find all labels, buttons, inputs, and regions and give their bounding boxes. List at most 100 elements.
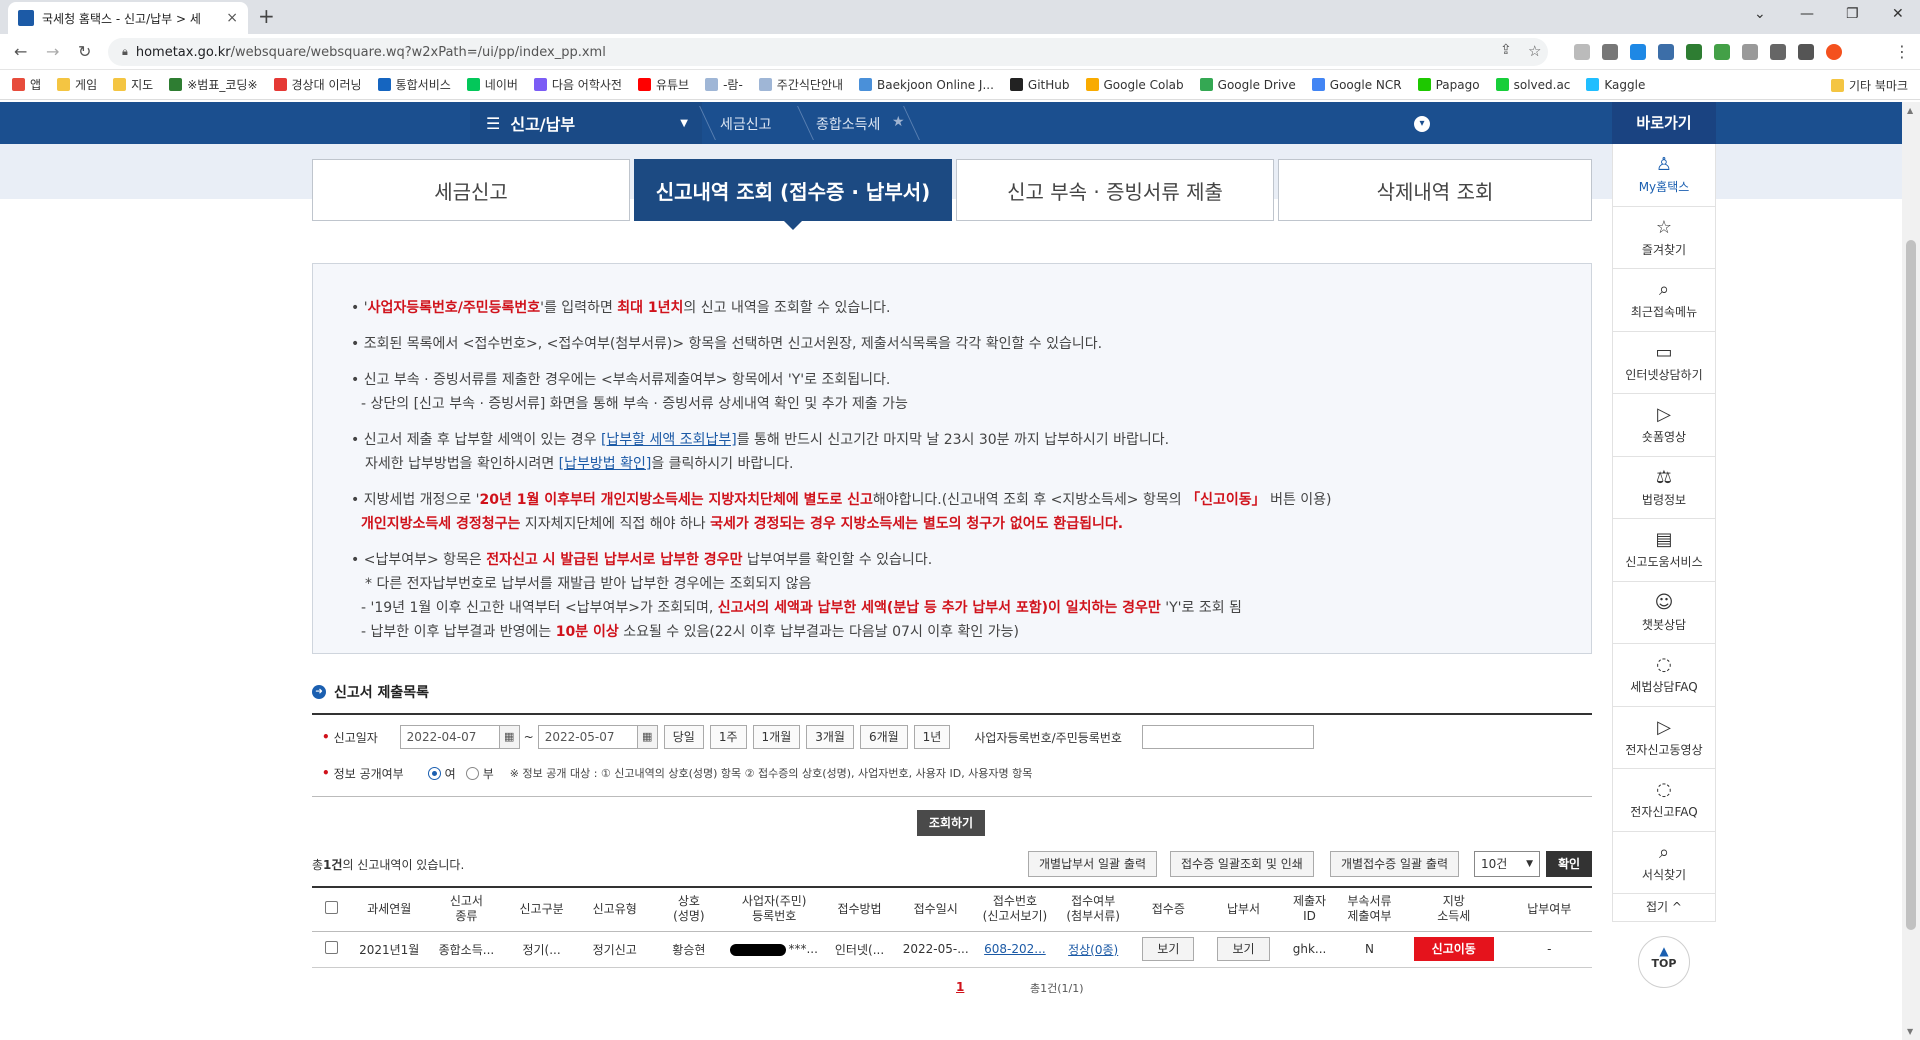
attachment-status-link[interactable]: 정상(0종): [1068, 943, 1118, 957]
tax-payment-link[interactable]: [납부할 세액 조회납부]: [601, 432, 737, 448]
bookmark-item[interactable]: 다음 어학사전: [533, 76, 622, 93]
evernote-icon[interactable]: [1686, 44, 1702, 60]
minimize-icon[interactable]: —: [1800, 6, 1814, 22]
date-from-input[interactable]: [399, 725, 500, 749]
page-size-confirm-button[interactable]: 확인: [1546, 851, 1592, 877]
bulk-receipt-button[interactable]: 접수증 일괄조회 및 인쇄: [1170, 851, 1314, 877]
quick-item-star[interactable]: ☆ 즐겨찾기: [1612, 206, 1716, 269]
period-3month-button[interactable]: 3개월: [806, 725, 854, 749]
bookmark-item[interactable]: Google Colab: [1085, 78, 1184, 92]
period-today-button[interactable]: 당일: [663, 725, 704, 749]
forward-icon[interactable]: →: [46, 42, 59, 61]
quick-item-chat[interactable]: ◌ 세법상담FAQ: [1612, 644, 1716, 707]
breadcrumb-tax-report[interactable]: 세금신고: [720, 114, 772, 134]
scrollbar-thumb[interactable]: [1906, 240, 1916, 930]
view-bill-button[interactable]: 보기: [1217, 937, 1270, 961]
scroll-down-icon[interactable]: ▼: [1907, 1027, 1913, 1036]
browser-menu-icon[interactable]: ⋮: [1894, 42, 1910, 61]
bookmark-item[interactable]: Google NCR: [1311, 78, 1402, 92]
period-1month-button[interactable]: 1개월: [752, 725, 801, 749]
tab-deleted-history[interactable]: 삭제내역 조회: [1278, 159, 1592, 221]
quick-item-chatbot[interactable]: ☺ 챗봇상담: [1612, 581, 1716, 644]
chevron-down-icon[interactable]: ▾: [1414, 116, 1430, 132]
new-tab-icon[interactable]: +: [258, 4, 275, 28]
local-tax-move-button[interactable]: 신고이동: [1413, 937, 1494, 961]
bookmark-star-icon[interactable]: ☆: [1528, 42, 1541, 60]
tab-close-icon[interactable]: ×: [226, 10, 238, 26]
share-icon[interactable]: ⇪: [1500, 42, 1512, 58]
extension-s-icon[interactable]: [1630, 44, 1646, 60]
bookmark-item[interactable]: GitHub: [1009, 78, 1070, 92]
extension-camera-icon[interactable]: [1742, 44, 1758, 60]
public-no-radio[interactable]: [465, 766, 479, 780]
quick-item-search[interactable]: ⌕ 서식찾기: [1612, 831, 1716, 894]
other-bookmarks[interactable]: 기타 북마크: [1830, 77, 1908, 94]
restore-icon[interactable]: ❐: [1846, 6, 1859, 22]
side-panel-icon[interactable]: [1798, 44, 1814, 60]
bookmark-item[interactable]: ※범표_코딩※: [169, 76, 258, 93]
page-size-select[interactable]: 10건 ▼: [1474, 851, 1540, 877]
quick-item-user[interactable]: ♙ My홈택스: [1612, 144, 1716, 207]
bookmark-item[interactable]: solved.ac: [1495, 78, 1570, 92]
bookmark-item[interactable]: Kaggle: [1586, 78, 1645, 92]
quick-item-laptop[interactable]: ▭ 인터넷상담하기: [1612, 331, 1716, 394]
bookmark-item[interactable]: 게임: [57, 76, 97, 93]
scroll-up-icon[interactable]: ▲: [1907, 106, 1913, 115]
bookmark-item[interactable]: -람-: [705, 76, 743, 93]
date-to-input[interactable]: [537, 725, 638, 749]
bookmark-item[interactable]: 주간식단안내: [758, 76, 843, 93]
calendar-icon[interactable]: ▦: [637, 725, 658, 749]
view-receipt-button[interactable]: 보기: [1142, 937, 1195, 961]
cell-status: 정상(0종): [1055, 931, 1131, 968]
select-all-checkbox[interactable]: [324, 900, 338, 914]
scroll-top-button[interactable]: ▲ TOP: [1638, 936, 1690, 988]
registration-number-input[interactable]: [1141, 725, 1314, 749]
browser-tab[interactable]: 국세청 홈택스 - 신고/납부 > 세 ×: [8, 2, 248, 34]
quick-item-video[interactable]: ▷ 전자신고동영상: [1612, 706, 1716, 769]
bookmark-item[interactable]: 경상대 이러닝: [273, 76, 362, 93]
bookmark-item[interactable]: 지도: [113, 76, 153, 93]
profile-avatar-icon[interactable]: [1826, 44, 1842, 60]
quick-item-video[interactable]: ▷ 숏폼영상: [1612, 394, 1716, 457]
payment-method-link[interactable]: [납부방법 확인]: [559, 456, 652, 472]
bookmark-item[interactable]: 네이버: [466, 76, 518, 93]
period-1year-button[interactable]: 1년: [913, 725, 951, 749]
back-icon[interactable]: ←: [14, 42, 27, 61]
bookmark-item[interactable]: 유튜브: [637, 76, 689, 93]
calendar-icon[interactable]: ▦: [499, 725, 520, 749]
page-scrollbar[interactable]: ▲ ▼: [1902, 102, 1920, 1040]
query-button[interactable]: 조회하기: [917, 810, 985, 836]
quick-item-search-doc[interactable]: ⌕ 최근접속메뉴: [1612, 269, 1716, 332]
bulk-tax-bill-button[interactable]: 개별납부서 일괄 출력: [1028, 851, 1157, 877]
public-yes-radio[interactable]: [427, 766, 441, 780]
tab-report-history[interactable]: 신고내역 조회 (접수증 · 납부서): [634, 159, 952, 230]
page-link-current[interactable]: 1: [956, 980, 964, 994]
menu-dropdown[interactable]: ☰ 신고/납부 ▼: [470, 102, 702, 144]
quick-item-chat[interactable]: ◌ 전자신고FAQ: [1612, 769, 1716, 832]
bookmark-item[interactable]: Papago: [1417, 78, 1480, 92]
bookmark-item[interactable]: Google Drive: [1199, 78, 1296, 92]
period-1week-button[interactable]: 1주: [709, 725, 747, 749]
tab-tax-report[interactable]: 세금신고: [312, 159, 630, 221]
bookmark-item[interactable]: Baekjoon Online J...: [859, 78, 994, 92]
quick-item-book[interactable]: ▤ 신고도움서비스: [1612, 519, 1716, 582]
tab-search-icon[interactable]: ⌄: [1754, 6, 1766, 22]
extension-cursor-icon[interactable]: [1574, 44, 1590, 60]
reload-icon[interactable]: ↻: [78, 42, 91, 61]
extension-badge-icon[interactable]: [1658, 44, 1674, 60]
row-checkbox[interactable]: [324, 941, 338, 954]
quick-item-gavel[interactable]: ⚖ 법령정보: [1612, 456, 1716, 519]
extension-green-icon[interactable]: [1714, 44, 1730, 60]
period-6month-button[interactable]: 6개월: [859, 725, 908, 749]
receipt-number-link[interactable]: 608-202...: [984, 942, 1046, 956]
quick-panel-fold-button[interactable]: 접기 ^: [1612, 894, 1716, 922]
breadcrumb-income-tax[interactable]: 종합소득세: [816, 114, 880, 134]
tab-supporting-docs[interactable]: 신고 부속 · 증빙서류 제출: [956, 159, 1274, 221]
bookmark-item[interactable]: 통합서비스: [377, 76, 451, 93]
close-window-icon[interactable]: ✕: [1892, 6, 1904, 22]
extension-capture-icon[interactable]: [1602, 44, 1618, 60]
bulk-individual-receipt-button[interactable]: 개별접수증 일괄 출력: [1330, 851, 1459, 877]
bookmark-item[interactable]: 앱: [12, 76, 41, 93]
url-field[interactable]: 🔒︎ hometax.go.kr /websquare/websquare.wq…: [108, 38, 1548, 66]
extensions-puzzle-icon[interactable]: [1770, 44, 1786, 60]
